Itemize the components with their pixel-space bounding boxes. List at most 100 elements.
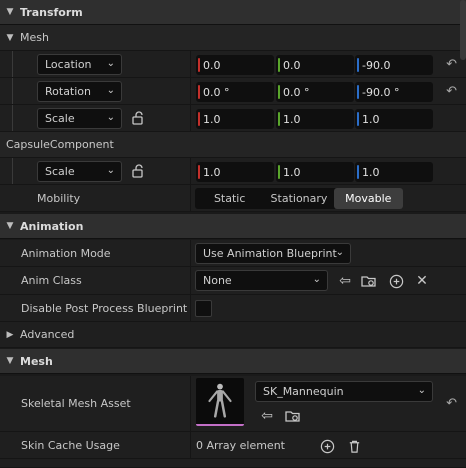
dropdown-label: Scale [45, 112, 75, 125]
anim-class-row: Anim Class None ⌄ ⇦ ✕ [0, 267, 466, 295]
property-label: Skin Cache Usage [21, 439, 120, 452]
use-selected-icon[interactable]: ⇦ [336, 272, 354, 290]
capsule-scale-z-field[interactable]: 1.0 [355, 162, 433, 182]
expand-arrow-icon[interactable]: ▶ [0, 330, 20, 340]
add-element-icon[interactable] [318, 437, 336, 455]
animation-mode-row: Animation Mode Use Animation Blueprint ⌄ [0, 240, 466, 267]
chevron-down-icon: ⌄ [106, 85, 115, 96]
dropdown-label: Location [45, 58, 92, 71]
scale-z-field[interactable]: 1.0 [355, 109, 433, 129]
add-icon[interactable] [387, 272, 405, 290]
unlock-icon[interactable] [131, 164, 145, 178]
collapse-arrow-icon[interactable]: ▼ [0, 7, 20, 17]
category-animation[interactable]: ▼ Animation [0, 214, 466, 239]
array-count: 0 Array element [196, 439, 285, 452]
mannequin-icon [208, 383, 232, 418]
clear-icon[interactable]: ✕ [413, 272, 431, 290]
chevron-down-icon: ⌄ [417, 385, 426, 396]
skeletal-mesh-asset-row: Skeletal Mesh Asset SK_Mannequin ⌄ ⇦ ↶ [0, 376, 466, 432]
section-label: CapsuleComponent [6, 138, 114, 151]
column-divider [190, 185, 191, 211]
location-x-field[interactable]: 0.0 [196, 55, 274, 75]
property-label: Skeletal Mesh Asset [21, 397, 131, 410]
collapse-arrow-icon[interactable]: ▼ [0, 356, 20, 366]
delete-all-icon[interactable] [345, 437, 363, 455]
column-divider [190, 240, 191, 266]
column-divider [190, 295, 191, 321]
rotation-z-field[interactable]: -90.0 ° [355, 82, 433, 102]
scale-y-field[interactable]: 1.0 [276, 109, 354, 129]
animation-mode-dropdown[interactable]: Use Animation Blueprint ⌄ [195, 243, 351, 264]
column-divider [190, 376, 191, 431]
indent-guide [12, 78, 13, 104]
category-transform[interactable]: ▼ Transform [0, 0, 466, 25]
chevron-down-icon: ⌄ [312, 274, 321, 285]
section-mesh[interactable]: ▼ Mesh [0, 25, 466, 51]
reset-to-default-icon[interactable]: ↶ [446, 51, 457, 78]
reset-to-default-icon[interactable]: ↶ [446, 376, 457, 432]
dropdown-value: Use Animation Blueprint [203, 247, 337, 260]
category-label: Mesh [20, 354, 53, 368]
column-divider [190, 51, 191, 77]
details-panel: ▼ Transform ▼ Mesh Location ⌄ 0.0 0.0 -9… [0, 0, 466, 468]
capsule-scale-y-field[interactable]: 1.0 [276, 162, 354, 182]
rotation-y-field[interactable]: 0.0 ° [276, 82, 354, 102]
section-label: Mesh [20, 31, 49, 44]
scale-row: Scale ⌄ 1.0 1.0 1.0 [0, 105, 466, 132]
collapse-arrow-icon[interactable]: ▼ [0, 221, 20, 231]
capsule-scale-row: Scale ⌄ 1.0 1.0 1.0 [0, 158, 466, 185]
column-divider [190, 432, 191, 458]
column-divider [190, 158, 191, 184]
section-label: Advanced [20, 328, 75, 341]
indent-guide [12, 105, 13, 131]
browse-folder-icon[interactable] [360, 272, 378, 290]
capsule-scale-mode-dropdown[interactable]: Scale ⌄ [37, 161, 122, 182]
dropdown-label: Rotation [45, 85, 92, 98]
scale-mode-dropdown[interactable]: Scale ⌄ [37, 108, 122, 129]
scale-x-field[interactable]: 1.0 [196, 109, 274, 129]
browse-folder-icon[interactable] [284, 407, 302, 425]
disable-post-process-row: Disable Post Process Blueprint [0, 295, 466, 322]
chevron-down-icon: ⌄ [106, 112, 115, 123]
property-label: Anim Class [21, 274, 82, 287]
mobility-option-static[interactable]: Static [195, 188, 264, 209]
rotation-x-field[interactable]: 0.0 ° [196, 82, 274, 102]
rotation-mode-dropdown[interactable]: Rotation ⌄ [37, 81, 122, 102]
mobility-option-stationary[interactable]: Stationary [264, 188, 333, 209]
unlock-icon[interactable] [131, 111, 145, 125]
property-label: Mobility [37, 192, 81, 205]
category-mesh[interactable]: ▼ Mesh [0, 349, 466, 374]
asset-thumbnail[interactable] [196, 378, 244, 426]
dropdown-label: Scale [45, 165, 75, 178]
location-mode-dropdown[interactable]: Location ⌄ [37, 54, 122, 75]
anim-class-dropdown[interactable]: None ⌄ [195, 270, 328, 291]
property-label: Animation Mode [21, 247, 111, 260]
collapse-arrow-icon[interactable]: ▼ [0, 33, 20, 43]
chevron-down-icon: ⌄ [335, 247, 344, 258]
capsule-scale-x-field[interactable]: 1.0 [196, 162, 274, 182]
mobility-row: Mobility Static Stationary Movable [0, 185, 466, 212]
category-label: Animation [20, 219, 84, 233]
location-y-field[interactable]: 0.0 [276, 55, 354, 75]
next-row-partial [0, 459, 466, 468]
use-selected-icon[interactable]: ⇦ [258, 407, 276, 425]
indent-guide [12, 158, 13, 184]
indent-guide [12, 51, 13, 77]
skin-cache-usage-row: Skin Cache Usage 0 Array element [0, 432, 466, 459]
chevron-down-icon: ⌄ [106, 165, 115, 176]
section-capsule-component: CapsuleComponent [0, 132, 466, 158]
skeletal-mesh-dropdown[interactable]: SK_Mannequin ⌄ [255, 381, 433, 402]
disable-post-process-checkbox[interactable] [195, 300, 212, 317]
column-divider [190, 105, 191, 131]
scrollbar[interactable] [460, 0, 466, 60]
property-label: Disable Post Process Blueprint [21, 302, 188, 315]
rotation-row: Rotation ⌄ 0.0 ° 0.0 ° -90.0 ° ↶ [0, 78, 466, 105]
reset-to-default-icon[interactable]: ↶ [446, 78, 457, 105]
dropdown-value: None [203, 274, 232, 287]
mobility-segmented-control[interactable]: Static Stationary Movable [195, 188, 403, 209]
column-divider [190, 267, 191, 294]
location-z-field[interactable]: -90.0 [355, 55, 433, 75]
advanced-expander[interactable]: ▶ Advanced [0, 322, 466, 348]
location-row: Location ⌄ 0.0 0.0 -90.0 ↶ [0, 51, 466, 78]
mobility-option-movable[interactable]: Movable [333, 188, 403, 209]
